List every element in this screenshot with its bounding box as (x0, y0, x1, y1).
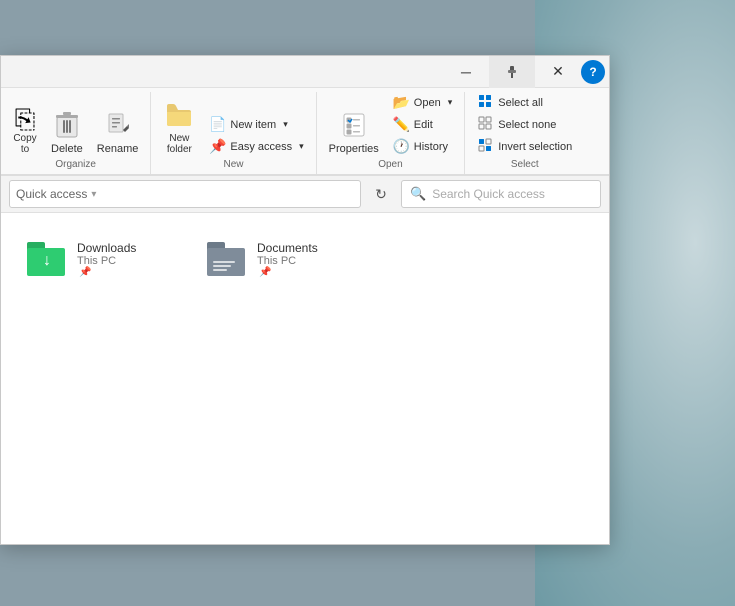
refresh-icon: ↻ (375, 186, 387, 203)
new-item-button[interactable]: 📄 New item ▾ (203, 114, 309, 135)
pin-icon (505, 65, 519, 79)
documents-folder-icon (207, 239, 247, 279)
new-folder-icon (165, 102, 193, 132)
address-text: Quick access (16, 187, 87, 201)
documents-name: Documents (257, 241, 318, 255)
select-all-button[interactable]: Select all (471, 92, 578, 113)
ribbon-group-select: Select all Select no (465, 92, 584, 174)
address-chevron: ▾ (91, 189, 96, 200)
downloads-info: Downloads This PC 📌 (77, 241, 136, 278)
select-none-icon (477, 116, 493, 133)
select-stack: Select all Select no (471, 92, 578, 157)
open-label: Open (323, 157, 459, 170)
help-button[interactable]: ? (581, 60, 605, 84)
downloads-folder-icon: ↓ (27, 239, 67, 279)
minimize-button[interactable]: ─ (443, 56, 489, 88)
title-bar: ─ ✕ ? (1, 56, 609, 88)
invert-selection-button[interactable]: Invert selection (471, 136, 578, 157)
easy-access-icon: 📌 (209, 138, 225, 155)
documents-info: Documents This PC 📌 (257, 241, 318, 278)
title-bar-buttons: ─ ✕ ? (443, 56, 609, 88)
select-label: Select (471, 157, 578, 170)
edit-button[interactable]: ✏️ Edit (387, 114, 458, 135)
search-placeholder: Search Quick access (432, 187, 545, 201)
organize-label: Organize (7, 157, 144, 170)
content-area: ↓ Downloads This PC 📌 (1, 213, 609, 544)
ribbon-group-organize: ⎘ Copyto (1, 92, 151, 174)
open-button[interactable]: 📂 Open ▾ (387, 92, 458, 113)
new-folder-button[interactable]: Newfolder (157, 98, 201, 157)
ribbon-main: ⎘ Copyto (1, 88, 609, 175)
ribbon-group-new: Newfolder 📄 New item ▾ 📌 Easy access ▾ (151, 92, 316, 174)
documents-pin-icon: 📌 (259, 267, 318, 278)
help-label: ? (589, 65, 596, 79)
open-buttons: Properties 📂 Open ▾ ✏️ Edit (323, 92, 459, 157)
address-bar[interactable]: Quick access ▾ (9, 180, 361, 208)
new-label: New (157, 157, 309, 170)
downloads-pin-icon: 📌 (79, 267, 136, 278)
history-icon: 🕐 (393, 138, 409, 155)
download-arrow-icon: ↓ (43, 252, 51, 270)
ribbon-group-open: Properties 📂 Open ▾ ✏️ Edit (317, 92, 466, 174)
file-explorer-window: ─ ✕ ? ⎘ Copyto (0, 55, 610, 545)
copy-icon: ⎘ (15, 106, 36, 132)
new-item-icon: 📄 (209, 116, 225, 133)
edit-icon: ✏️ (393, 116, 409, 133)
easy-access-button[interactable]: 📌 Easy access ▾ (203, 136, 309, 157)
open-stack: 📂 Open ▾ ✏️ Edit 🕐 History (387, 92, 458, 157)
copy-to-button[interactable]: ⎘ Copyto (7, 102, 43, 157)
open-icon: 📂 (393, 94, 409, 111)
downloads-name: Downloads (77, 241, 136, 255)
file-item-documents[interactable]: Documents This PC 📌 (201, 233, 361, 285)
history-button[interactable]: 🕐 History (387, 136, 458, 157)
file-row-downloads: ↓ Downloads This PC 📌 (27, 239, 136, 279)
new-stack: 📄 New item ▾ 📌 Easy access ▾ (203, 114, 309, 157)
file-row-documents: Documents This PC 📌 (207, 239, 318, 279)
file-item-downloads[interactable]: ↓ Downloads This PC 📌 (21, 233, 181, 285)
nav-bar: Quick access ▾ ↻ 🔍 Search Quick access (1, 176, 609, 213)
documents-sub: This PC (257, 255, 318, 267)
properties-icon (341, 112, 367, 142)
refresh-button[interactable]: ↻ (367, 180, 395, 208)
delete-button[interactable]: Delete (45, 108, 89, 157)
properties-button[interactable]: Properties (323, 108, 385, 157)
rename-icon (107, 112, 129, 142)
invert-icon (477, 138, 493, 155)
downloads-sub: This PC (77, 255, 136, 267)
select-none-button[interactable]: Select none (471, 114, 578, 135)
ribbon: ⎘ Copyto (1, 88, 609, 176)
organize-buttons: ⎘ Copyto (7, 92, 144, 157)
select-buttons: Select all Select no (471, 92, 578, 157)
new-buttons: Newfolder 📄 New item ▾ 📌 Easy access ▾ (157, 92, 309, 157)
pin-button[interactable] (489, 56, 535, 88)
search-bar[interactable]: 🔍 Search Quick access (401, 180, 601, 208)
file-grid: ↓ Downloads This PC 📌 (21, 233, 589, 285)
search-icon: 🔍 (410, 186, 426, 202)
rename-button[interactable]: Rename (91, 108, 145, 157)
delete-icon (56, 112, 78, 142)
select-all-icon (477, 94, 493, 111)
close-button[interactable]: ✕ (535, 56, 581, 88)
